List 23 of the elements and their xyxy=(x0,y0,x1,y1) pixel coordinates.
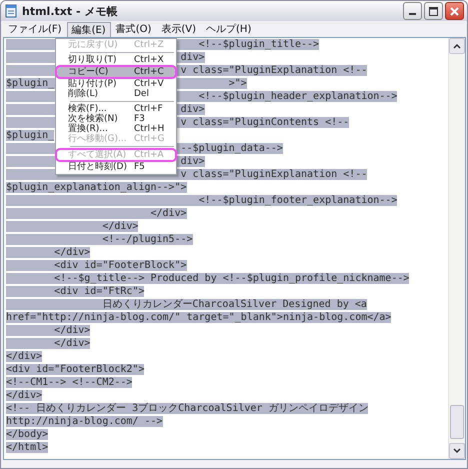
maximize-button[interactable] xyxy=(424,2,443,20)
menu-bar-item[interactable]: ファイル(F) xyxy=(3,21,67,37)
close-icon xyxy=(448,4,461,18)
scroll-down-icon[interactable] xyxy=(449,443,465,459)
vertical-scrollbar[interactable] xyxy=(448,38,465,459)
menu-bar-item[interactable]: 編集(E) xyxy=(66,22,111,36)
window-title: html.txt - メモ帳 xyxy=(22,4,118,18)
minimize-icon xyxy=(409,13,416,15)
menu-item[interactable]: 検索(F)... Ctrl+F xyxy=(56,104,176,114)
menu-item[interactable]: コピー(C) Ctrl+C xyxy=(56,66,176,78)
menu-bar-item[interactable]: 書式(O) xyxy=(110,21,156,37)
scroll-thumb[interactable] xyxy=(450,405,464,439)
close-button[interactable] xyxy=(445,2,464,20)
minimize-button[interactable] xyxy=(403,2,422,20)
scroll-up-icon[interactable] xyxy=(449,38,465,54)
menu-bar-item[interactable]: ヘルプ(H) xyxy=(201,21,256,37)
maximize-icon xyxy=(427,4,440,18)
menu-item[interactable]: 切り取り(T) Ctrl+X xyxy=(56,55,176,65)
notepad-icon xyxy=(4,4,18,18)
menu-item[interactable]: 貼り付け(P) Ctrl+V xyxy=(56,79,176,89)
menu-item[interactable]: 削除(L) Del xyxy=(56,89,176,99)
menu-item[interactable]: 次を検索(N) F3 xyxy=(56,114,176,124)
menu-bar-item[interactable]: 表示(V) xyxy=(156,21,202,37)
